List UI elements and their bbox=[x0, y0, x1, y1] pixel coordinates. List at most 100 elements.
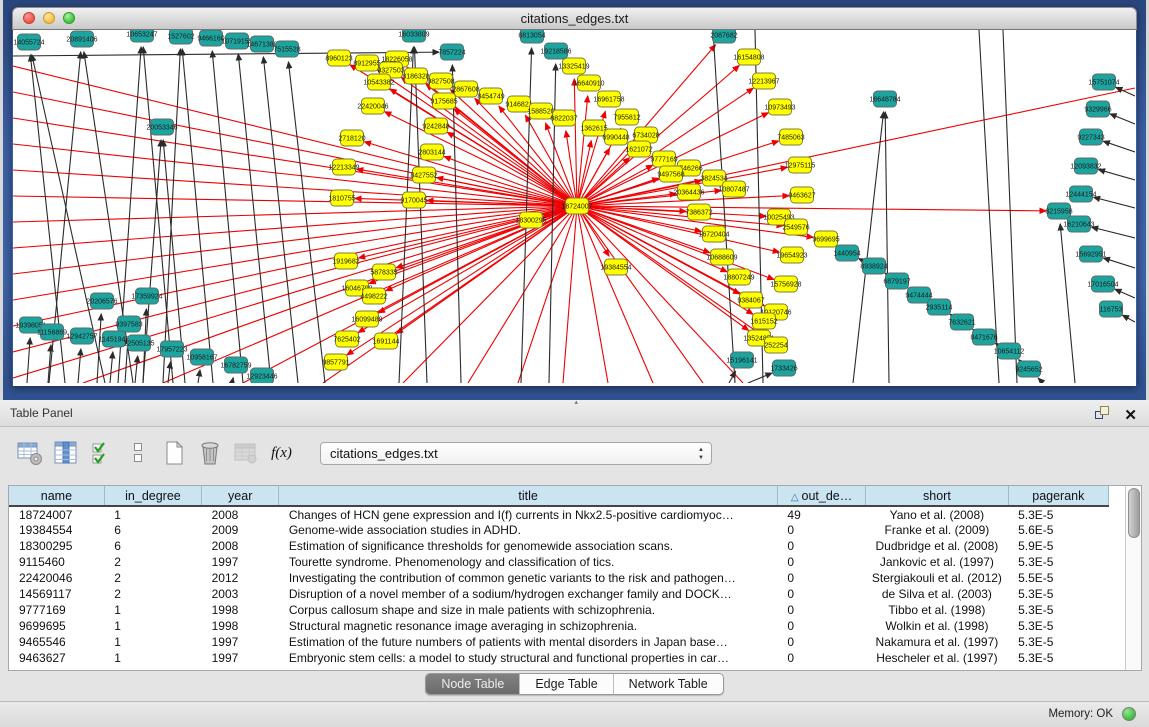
network-node[interactable]: 10973493 bbox=[764, 99, 795, 115]
network-node[interactable]: 1615152 bbox=[750, 313, 777, 329]
tab-edge-table[interactable]: Edge Table bbox=[519, 674, 612, 694]
citation-edge-black[interactable] bbox=[1103, 258, 1135, 268]
network-node[interactable]: 2087682 bbox=[710, 30, 737, 43]
table-row[interactable]: 969969511998Structural magnetic resonanc… bbox=[9, 618, 1109, 634]
citation-edge-black[interactable] bbox=[885, 112, 889, 383]
network-node[interactable]: 12213967 bbox=[748, 73, 779, 89]
citation-edge-black[interactable] bbox=[288, 62, 325, 383]
network-node[interactable]: 1440954 bbox=[833, 245, 860, 261]
table-row[interactable]: 946362711997Embryonic stem cells: a mode… bbox=[9, 650, 1109, 666]
network-node[interactable]: 17957223 bbox=[156, 341, 187, 357]
network-node[interactable]: 7515528 bbox=[273, 41, 300, 57]
network-node[interactable]: 15692951 bbox=[1075, 246, 1106, 262]
column-header-title[interactable]: title bbox=[279, 486, 778, 506]
citation-edge-black[interactable] bbox=[27, 338, 30, 383]
column-header-short[interactable]: short bbox=[866, 486, 1008, 506]
network-node[interactable]: 19218586 bbox=[540, 43, 571, 59]
network-node[interactable]: 10958167 bbox=[186, 349, 217, 365]
network-node[interactable]: 7485063 bbox=[777, 129, 804, 145]
network-node[interactable]: 10807487 bbox=[718, 181, 749, 197]
table-row[interactable]: 946554611997Estimation of the future num… bbox=[9, 634, 1109, 650]
citation-edge-black[interactable] bbox=[238, 54, 271, 383]
citation-edge-black[interactable] bbox=[1060, 224, 1075, 383]
citation-edge-black[interactable] bbox=[78, 349, 81, 383]
citation-edge-red[interactable] bbox=[13, 206, 577, 352]
network-node[interactable]: 16640910 bbox=[573, 75, 604, 91]
citation-edge-black[interactable] bbox=[1092, 227, 1135, 238]
network-node[interactable]: 8813054 bbox=[518, 30, 545, 43]
network-node[interactable]: 8186328 bbox=[402, 68, 429, 84]
column-header-out-de-[interactable]: △out_de… bbox=[777, 486, 865, 506]
citation-edge-black[interactable] bbox=[1110, 114, 1135, 124]
table-row[interactable]: 1872400712008Changes of HCN gene express… bbox=[9, 506, 1109, 522]
citation-edge-black[interactable] bbox=[110, 352, 113, 383]
network-node[interactable]: 116753 bbox=[1100, 301, 1123, 317]
citation-edge-black[interactable] bbox=[713, 30, 735, 383]
close-panel-icon[interactable]: ✕ bbox=[1124, 408, 1137, 423]
splitter-grip[interactable]: ▴ bbox=[575, 398, 579, 406]
citation-edge-red[interactable] bbox=[364, 142, 577, 206]
citation-edge-black[interactable] bbox=[1103, 141, 1135, 152]
show-column-icon[interactable] bbox=[52, 440, 79, 467]
network-node[interactable]: 14055724 bbox=[13, 34, 44, 50]
citation-edge-black[interactable] bbox=[1003, 30, 1017, 383]
citation-edge-black[interactable] bbox=[452, 65, 461, 383]
network-node[interactable]: 2935114 bbox=[926, 299, 953, 315]
network-node[interactable]: 18300295 bbox=[515, 212, 546, 228]
table-row[interactable]: 2242004622012Investigating the contribut… bbox=[9, 570, 1109, 586]
delete-table-icon[interactable] bbox=[196, 440, 223, 467]
table-row[interactable]: 1938455462009Genome-wide association stu… bbox=[9, 522, 1109, 538]
network-node[interactable]: 7625402 bbox=[333, 331, 360, 347]
network-node[interactable]: 12923446 bbox=[246, 368, 277, 383]
network-node[interactable]: 9242848 bbox=[422, 118, 449, 134]
network-node[interactable]: 16961758 bbox=[593, 91, 624, 107]
table-header-row[interactable]: namein_degreeyeartitle△out_de…shortpager… bbox=[9, 486, 1109, 506]
citation-edge-black[interactable] bbox=[1038, 378, 1043, 383]
network-node[interactable]: 16033809 bbox=[398, 30, 429, 42]
network-node[interactable]: 1527602 bbox=[167, 30, 194, 44]
column-header-in-degree[interactable]: in_degree bbox=[104, 486, 201, 506]
close-window-button[interactable] bbox=[23, 12, 35, 24]
network-node[interactable]: 1919682 bbox=[332, 253, 359, 269]
network-node[interactable]: 12093832 bbox=[1070, 158, 1101, 174]
network-node[interactable]: 15751074 bbox=[1088, 74, 1119, 90]
citation-edge-red[interactable] bbox=[563, 206, 577, 383]
network-node[interactable]: 1733426 bbox=[770, 360, 797, 376]
network-node[interactable]: 15756928 bbox=[770, 276, 801, 292]
network-node[interactable]: 1621072 bbox=[625, 141, 652, 157]
network-canvas[interactable]: 1872400789601238912955182260589327503105… bbox=[13, 30, 1136, 386]
table-row[interactable]: 911546021997Tourette syndrome. Phenomeno… bbox=[9, 554, 1109, 570]
citation-edge-black[interactable] bbox=[232, 378, 233, 383]
float-panel-icon[interactable] bbox=[1094, 405, 1110, 425]
column-header-year[interactable]: year bbox=[202, 486, 279, 506]
network-node[interactable]: 7386372 bbox=[685, 204, 712, 220]
citation-edge-red[interactable] bbox=[577, 206, 608, 383]
network-node[interactable]: 7955812 bbox=[613, 109, 640, 125]
select-all-icon[interactable] bbox=[88, 440, 115, 467]
minimize-window-button[interactable] bbox=[43, 12, 55, 24]
network-node[interactable]: 19654923 bbox=[776, 247, 807, 263]
network-node[interactable]: 15196141 bbox=[726, 352, 757, 368]
network-node[interactable]: 9227343 bbox=[1077, 129, 1104, 145]
citation-edge-red[interactable] bbox=[468, 206, 577, 383]
table-vertical-scrollbar[interactable] bbox=[1125, 486, 1141, 670]
network-node[interactable]: 8454749 bbox=[477, 88, 504, 104]
network-node[interactable]: 7857224 bbox=[438, 44, 465, 60]
network-hub-node[interactable]: 18724007 bbox=[561, 198, 592, 214]
network-node[interactable]: 16648784 bbox=[869, 91, 900, 107]
table-row[interactable]: 1456911722003Disruption of a novel membe… bbox=[9, 586, 1109, 602]
network-node[interactable]: 7632621 bbox=[948, 314, 975, 330]
network-node[interactable]: 2803144 bbox=[418, 144, 445, 160]
network-node[interactable]: 8938924 bbox=[860, 258, 887, 274]
new-table-icon[interactable] bbox=[160, 440, 187, 467]
table-panel-header[interactable]: ▴ Table Panel ✕ bbox=[0, 400, 1149, 427]
network-node[interactable]: 12505135 bbox=[123, 335, 154, 351]
scrollbar-thumb[interactable] bbox=[1128, 488, 1140, 538]
column-header-pagerank[interactable]: pagerank bbox=[1008, 486, 1108, 506]
network-node[interactable]: 8471676 bbox=[970, 329, 997, 345]
network-node[interactable]: 9463627 bbox=[788, 187, 815, 203]
citation-edge-black[interactable] bbox=[198, 370, 200, 383]
zoom-window-button[interactable] bbox=[63, 12, 75, 24]
network-node[interactable]: 4498222 bbox=[360, 288, 387, 304]
network-node[interactable]: 18807249 bbox=[723, 269, 754, 285]
